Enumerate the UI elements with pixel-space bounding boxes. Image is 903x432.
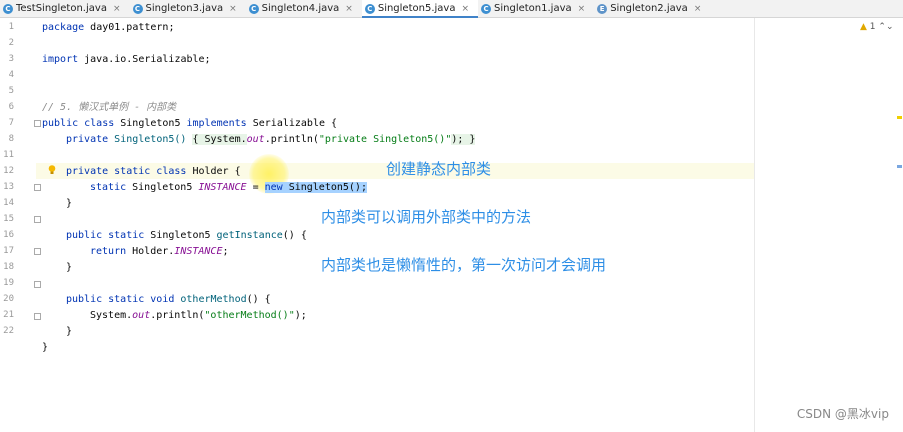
fold-marker[interactable]	[34, 281, 41, 288]
tab-singleton5[interactable]: C Singleton5.java ×	[361, 0, 479, 18]
code-line: System.out.println("otherMethod()");	[90, 310, 307, 321]
code-line: }	[66, 198, 73, 209]
code-line-current: static Singleton5 INSTANCE = new Singlet…	[90, 182, 367, 193]
scrollbar-marker[interactable]	[897, 165, 902, 168]
tab-label: Singleton4.java	[261, 3, 340, 14]
class-icon: C	[248, 3, 259, 14]
tab-label: Singleton5.java	[377, 3, 456, 14]
annotation-text: 内部类也是懒惰性的，第一次访问才会调用	[321, 256, 607, 274]
tab-label: TestSingleton.java	[16, 3, 107, 14]
fold-marker[interactable]	[34, 216, 41, 223]
line-number: 16	[3, 230, 14, 240]
enum-icon: E	[597, 3, 608, 14]
tab-singleton3[interactable]: C Singleton3.java ×	[130, 0, 246, 17]
line-number: 20	[3, 294, 14, 304]
line-number: 17	[3, 246, 14, 256]
line-number: 8	[8, 134, 14, 144]
watermark: CSDN @黑冰vip	[796, 407, 889, 421]
annotation-text: 内部类可以调用外部类中的方法	[321, 208, 532, 226]
scrollbar-marker[interactable]	[897, 116, 902, 119]
warning-icon: ▲	[860, 22, 867, 32]
line-number: 15	[3, 214, 14, 224]
code-line: return Holder.INSTANCE;	[90, 246, 229, 257]
tab-singleton4[interactable]: C Singleton4.java ×	[246, 0, 362, 17]
close-icon[interactable]: ×	[461, 4, 469, 14]
line-number: 6	[8, 102, 14, 112]
code-line: }	[66, 326, 73, 337]
code-comment: // 5. 懒汉式单例 - 内部类	[42, 102, 177, 113]
line-number: 2	[8, 38, 14, 48]
code-line: package day01.pattern;	[42, 22, 175, 33]
line-number: 7	[8, 118, 14, 128]
code-line: public class Singleton5 implements Seria…	[42, 118, 338, 129]
fold-marker[interactable]	[34, 120, 41, 127]
inspection-widget[interactable]: ▲ 1 ⌃⌄	[860, 22, 894, 32]
line-number-gutter: 1 2 3 4 5 6 7 8 11 12 13 14 15 16 17 18 …	[0, 18, 36, 432]
close-icon[interactable]: ×	[345, 4, 353, 14]
chevron-down-icon[interactable]: ⌄	[886, 22, 894, 32]
code-line: public static void otherMethod() {	[66, 294, 271, 305]
tab-singleton1[interactable]: C Singleton1.java ×	[478, 0, 594, 17]
line-number: 12	[3, 166, 14, 176]
editor-tab-bar: C TestSingleton.java × C Singleton3.java × C…	[0, 0, 903, 18]
code-line: import java.io.Serializable;	[42, 54, 211, 65]
tab-singleton2[interactable]: E Singleton2.java ×	[594, 0, 710, 17]
class-icon: C	[3, 3, 13, 14]
code-line: private static class Holder {	[66, 166, 241, 177]
line-number: 5	[8, 86, 14, 96]
code-line: private Singleton5() { System.out.printl…	[66, 134, 476, 145]
class-icon: C	[132, 3, 143, 14]
close-icon[interactable]: ×	[694, 4, 702, 14]
annotation-text: 创建静态内部类	[386, 160, 492, 178]
tab-label: Singleton3.java	[145, 3, 224, 14]
chevron-up-icon[interactable]: ⌃	[878, 22, 886, 32]
line-number: 3	[8, 54, 14, 64]
fold-marker[interactable]	[34, 313, 41, 320]
fold-marker[interactable]	[34, 248, 41, 255]
line-number: 11	[3, 150, 14, 160]
class-icon: C	[364, 3, 375, 14]
line-number: 19	[3, 278, 14, 288]
warning-count: 1	[869, 22, 876, 32]
code-line: }	[42, 342, 49, 353]
class-icon: C	[481, 3, 492, 14]
line-number: 14	[3, 198, 14, 208]
close-icon[interactable]: ×	[113, 4, 121, 14]
line-number: 18	[3, 262, 14, 272]
tab-testsingleton[interactable]: C TestSingleton.java ×	[0, 0, 130, 17]
line-number: 13	[3, 182, 14, 192]
line-number: 22	[3, 326, 14, 336]
line-number: 4	[8, 70, 14, 80]
line-number: 1	[8, 22, 14, 32]
fold-marker[interactable]	[34, 184, 41, 191]
code-line: }	[66, 262, 73, 273]
line-number: 21	[3, 310, 14, 320]
tab-label: Singleton2.java	[610, 3, 688, 14]
tab-label: Singleton1.java	[494, 3, 572, 14]
close-icon[interactable]: ×	[578, 4, 586, 14]
right-margin-guide	[754, 18, 755, 432]
close-icon[interactable]: ×	[229, 4, 237, 14]
code-line: public static Singleton5 getInstance() {	[66, 230, 307, 241]
